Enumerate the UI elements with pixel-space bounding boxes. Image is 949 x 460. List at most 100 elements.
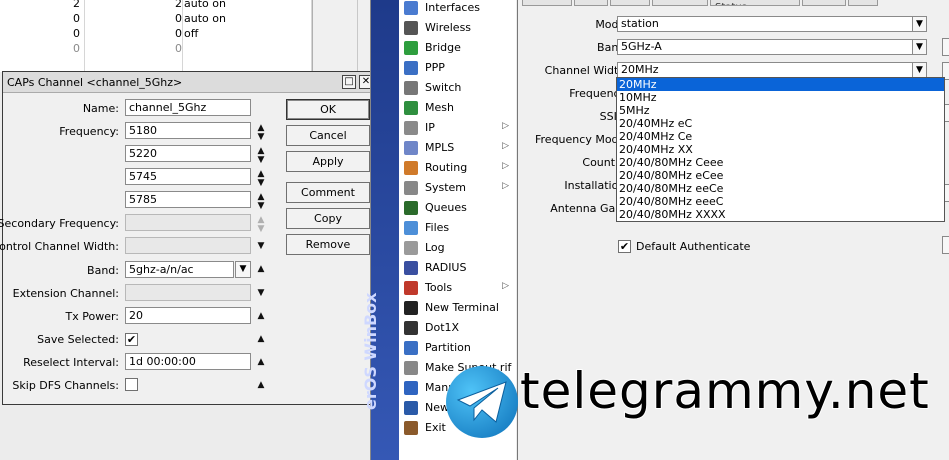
menu-item-interfaces[interactable]: Interfaces <box>401 0 515 18</box>
secondary-frequency-field <box>125 214 251 231</box>
dropdown-option[interactable]: 20/40/80MHz Ceee <box>617 156 944 169</box>
tx-power-label: Tx Power: <box>65 310 120 323</box>
table-cell: 0 <box>175 27 182 40</box>
menu-item-tools[interactable]: Tools ▷ <box>401 278 515 298</box>
frequency-field-4[interactable]: 5785 <box>125 191 251 208</box>
frequency-3-spin-icon[interactable]: ▲ ▼ <box>255 170 267 188</box>
side-button[interactable] <box>942 38 949 56</box>
menu-item-radius[interactable]: RADIUS <box>401 258 515 278</box>
mode-dropdown-icon[interactable]: ▼ <box>912 16 927 32</box>
chevron-down-icon[interactable]: ▼ <box>255 289 267 298</box>
menu-item-dot1x[interactable]: Dot1X <box>401 318 515 338</box>
dropdown-option[interactable]: 20/40/80MHz eeeC <box>617 195 944 208</box>
dialog-title: CAPs Channel <channel_5Ghz> <box>7 76 183 89</box>
dropdown-option[interactable]: 10MHz <box>617 91 944 104</box>
skip-dfs-channels-checkbox[interactable] <box>125 378 138 391</box>
name-label: Name: <box>82 102 119 115</box>
table-cell: 2 <box>73 0 80 10</box>
table-row[interactable]: 2 2 auto on <box>0 0 312 12</box>
channel-width-select[interactable]: 20MHz <box>617 62 913 78</box>
frequency-1-spin-icon[interactable]: ▲ ▼ <box>255 124 267 142</box>
name-field[interactable]: channel_5Ghz <box>125 99 251 116</box>
default-authenticate-checkbox[interactable]: ✔ <box>618 240 631 253</box>
reselect-interval-field[interactable]: 1d 00:00:00 <box>125 353 251 370</box>
side-button[interactable] <box>942 236 949 254</box>
chevron-down-icon[interactable]: ▼ <box>255 242 267 251</box>
table-cell: 0 <box>175 12 182 25</box>
menu-item-label: Dot1X <box>425 321 460 334</box>
copy-button[interactable]: Copy <box>286 208 370 229</box>
menu-item-partition[interactable]: Partition <box>401 338 515 358</box>
chevron-up-icon[interactable]: ▲ <box>255 312 267 321</box>
interfaces-icon <box>404 1 418 15</box>
caps-channel-dialog: CAPs Channel <channel_5Ghz> □ ✕ Name: ch… <box>0 71 375 405</box>
files-icon <box>404 221 418 235</box>
tab-advanced-status[interactable]: Advanced Status <box>710 0 800 6</box>
frequency-2-spin-icon[interactable]: ▲ ▼ <box>255 147 267 165</box>
dropdown-option[interactable]: 20/40/80MHz XXXX <box>617 208 944 221</box>
dropdown-option[interactable]: 20/40MHz eC <box>617 117 944 130</box>
mode-select[interactable]: station <box>617 16 913 32</box>
menu-item-label: Switch <box>425 81 462 94</box>
paper-plane-icon <box>456 381 507 423</box>
save-selected-label: Save Selected: <box>37 333 119 346</box>
remove-button[interactable]: Remove <box>286 234 370 255</box>
tx-power-field[interactable]: 20 <box>125 307 251 324</box>
comment-button[interactable]: Comment <box>286 182 370 203</box>
chevron-up-icon[interactable]: ▲ <box>255 358 267 367</box>
channel-width-dropdown-list: 20MHz 10MHz 5MHz 20/40MHz eC 20/40MHz Ce 20/4… <box>616 77 945 222</box>
maximize-icon[interactable]: □ <box>342 75 356 89</box>
band-dropdown-icon[interactable]: ▼ <box>912 39 927 55</box>
chevron-up-icon[interactable]: ▲ <box>255 265 267 274</box>
mesh-icon <box>404 101 418 115</box>
log-icon <box>404 241 418 255</box>
dialog-titlebar[interactable]: CAPs Channel <channel_5Ghz> □ ✕ <box>3 72 374 93</box>
submenu-arrow-icon: ▷ <box>502 281 509 291</box>
terminal-icon <box>404 301 418 315</box>
mpls-icon <box>404 141 418 155</box>
tools-icon <box>404 281 418 295</box>
frequency-4-spin-icon[interactable]: ▲ ▼ <box>255 193 267 211</box>
dropdown-option[interactable]: 20/40MHz XX <box>617 143 944 156</box>
table-row[interactable]: 0 0 auto on <box>0 12 312 27</box>
channel-width-dropdown-icon[interactable]: ▼ <box>912 62 927 78</box>
frequency-field-3[interactable]: 5745 <box>125 168 251 185</box>
band-dropdown-icon[interactable]: ▼ <box>235 261 251 278</box>
ssid-label: SSID: <box>599 110 629 123</box>
menu-item-new-terminal[interactable]: New Terminal <box>401 298 515 318</box>
tab-wds[interactable]: WDS <box>610 0 650 6</box>
frequency-label: Frequency: <box>569 87 629 100</box>
tab-general[interactable]: General <box>522 0 572 6</box>
control-channel-width-label: Control Channel Width: <box>0 240 119 253</box>
partition-icon <box>404 341 418 355</box>
frequency-field-2[interactable]: 5220 <box>125 145 251 162</box>
table-row[interactable]: 00 <box>0 42 312 57</box>
menu-item-log[interactable]: Log <box>401 238 515 258</box>
dropdown-option[interactable]: 20/40/80MHz eeCe <box>617 182 944 195</box>
table-row[interactable]: 0 0 off <box>0 27 312 42</box>
dropdown-option[interactable]: 20/40MHz Ce <box>617 130 944 143</box>
ok-button[interactable]: OK <box>286 99 370 120</box>
band-select[interactable]: 5GHz-A <box>617 39 913 55</box>
tab-ht[interactable]: HT <box>574 0 608 6</box>
tab-nstreme[interactable]: Nstreme <box>652 0 708 6</box>
ip-icon <box>404 121 418 135</box>
installation-label: Installation: <box>564 179 629 192</box>
apply-button[interactable]: Apply <box>286 151 370 172</box>
cancel-button[interactable]: Cancel <box>286 125 370 146</box>
chevron-up-icon[interactable]: ▲ <box>255 381 267 390</box>
table-cell: off <box>184 27 199 40</box>
menu-item-label: Files <box>425 221 450 234</box>
country-label: Country: <box>582 156 629 169</box>
bridge-icon <box>404 41 418 55</box>
frequency-field-1[interactable]: 5180 <box>125 122 251 139</box>
dropdown-option[interactable]: 5MHz <box>617 104 944 117</box>
band-select[interactable]: 5ghz-a/n/ac <box>125 261 234 278</box>
tab-status[interactable]: Status <box>802 0 846 6</box>
tab--[interactable]: ... <box>848 0 878 6</box>
chevron-up-icon[interactable]: ▲ <box>255 335 267 344</box>
save-selected-checkbox[interactable]: ✔ <box>125 333 138 346</box>
dropdown-option[interactable]: 20/40/80MHz eCee <box>617 169 944 182</box>
menu-item-files[interactable]: Files <box>401 218 515 238</box>
dropdown-option[interactable]: 20MHz <box>617 78 944 91</box>
